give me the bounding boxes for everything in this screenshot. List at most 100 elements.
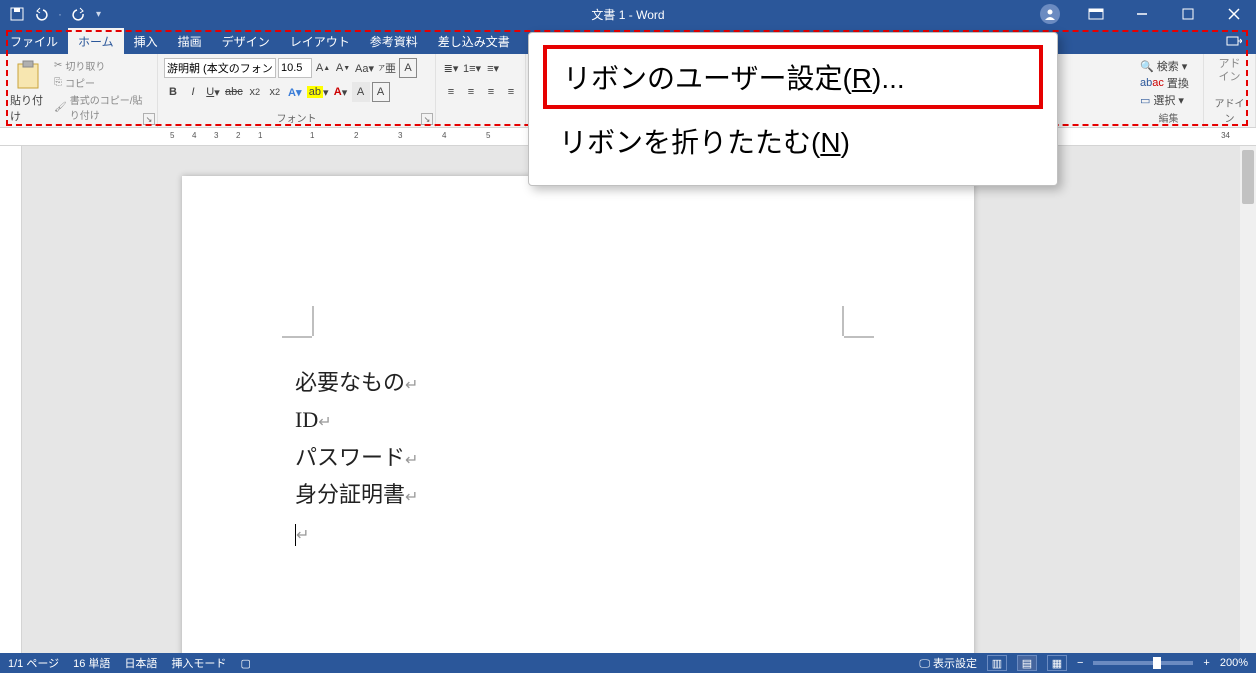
char-border-button[interactable]: A [372,82,390,102]
subscript-button[interactable]: x2 [246,82,264,102]
select-button[interactable]: ▭選択▾ [1140,92,1184,108]
superscript-button[interactable]: x2 [266,82,284,102]
align-left-button[interactable]: ≡ [442,82,460,102]
macro-record-icon[interactable]: ▢ [240,657,250,670]
document-text[interactable]: 必要なもの↵ ID↵ パスワード↵ 身分証明書↵ ↵ [295,364,418,551]
find-icon: 🔍 [1140,60,1154,73]
status-page[interactable]: 1/1 ページ [8,655,59,671]
margin-mark-icon [844,336,874,338]
align-center-button[interactable]: ≡ [462,82,480,102]
bullets-button[interactable]: ≣▾ [442,58,460,78]
redo-icon[interactable] [72,7,86,21]
group-font-label: フォント [164,108,429,125]
enclose-char-button[interactable]: A [399,58,417,78]
char-shading-button[interactable]: A [352,82,370,102]
clipboard-icon [15,60,41,90]
strikethrough-button[interactable]: abc [224,82,244,102]
scrollbar-vertical[interactable] [1240,146,1256,653]
font-size-select[interactable] [278,58,312,78]
status-wordcount[interactable]: 16 単語 [73,655,110,671]
replace-button[interactable]: abac置換 [1140,75,1189,91]
menu-collapse-ribbon[interactable]: リボンを折りたたむ(N) [529,109,1057,173]
cut-button[interactable]: ✂切り取り [54,58,151,73]
tab-design[interactable]: デザイン [212,28,280,54]
text-effects-button[interactable]: A▾ [286,82,304,102]
share-icon[interactable] [1212,28,1256,54]
scissors-icon: ✂ [54,60,62,71]
zoom-slider-knob[interactable] [1153,657,1161,669]
group-editing-label: 編集 [1140,108,1197,125]
align-right-button[interactable]: ≡ [482,82,500,102]
italic-button[interactable]: I [184,82,202,102]
tab-insert[interactable]: 挿入 [124,28,168,54]
format-painter-button[interactable]: 🖌書式のコピー/貼り付け [54,92,151,122]
status-language[interactable]: 日本語 [124,655,157,671]
zoom-level[interactable]: 200% [1220,657,1248,669]
title-bar: · ▾ 文書 1 - Word [0,0,1256,28]
underline-button[interactable]: U▾ [204,82,222,102]
tab-draw[interactable]: 描画 [168,28,212,54]
copy-button[interactable]: ⎘コピー [54,75,151,90]
maximize-button[interactable] [1166,0,1210,28]
addin-button[interactable]: アド イン [1219,58,1241,84]
text-line: 身分証明書 [295,482,405,507]
text-line: パスワード [295,445,405,470]
group-paragraph: ≣▾ 1≡▾ ≡▾ ≡ ≡ ≡ ≡ [436,54,526,127]
paragraph-mark-icon: ↵ [318,414,331,431]
ribbon-display-icon[interactable] [1074,0,1118,28]
account-avatar[interactable] [1028,0,1072,28]
status-insert-mode[interactable]: 挿入モード [171,655,226,671]
paragraph-mark-icon: ↵ [405,452,418,469]
group-addin: アド イン アドイン [1204,54,1256,127]
minimize-button[interactable] [1120,0,1164,28]
zoom-in-button[interactable]: + [1203,657,1209,669]
highlight-button[interactable]: ab▾ [306,82,330,102]
grow-font-button[interactable]: A▲ [314,58,332,78]
bold-button[interactable]: B [164,82,182,102]
view-web-icon[interactable]: ▦ [1047,655,1067,671]
save-icon[interactable] [10,7,24,21]
phonetic-guide-button[interactable]: ア亜 [377,58,397,78]
tab-references[interactable]: 参考資料 [360,28,428,54]
numbering-button[interactable]: 1≡▾ [462,58,482,78]
page[interactable]: 必要なもの↵ ID↵ パスワード↵ 身分証明書↵ ↵ [182,176,974,653]
view-read-icon[interactable]: ▥ [987,655,1007,671]
qat-customize-icon[interactable]: ▾ [96,9,101,20]
display-settings-button[interactable]: 🖵 表示設定 [919,655,977,671]
justify-button[interactable]: ≡ [502,82,520,102]
font-color-button[interactable]: A▾ [332,82,350,102]
scrollbar-thumb[interactable] [1242,150,1254,204]
zoom-slider[interactable] [1093,661,1193,665]
view-print-icon[interactable]: ▤ [1017,655,1037,671]
change-case-button[interactable]: Aa▾ [354,58,375,78]
tab-home[interactable]: ホーム [68,28,124,54]
margin-mark-icon [842,306,844,336]
quick-access-toolbar: · ▾ [0,7,101,21]
replace-icon: abac [1140,77,1164,89]
shrink-font-button[interactable]: A▼ [334,58,352,78]
margin-mark-icon [282,336,312,338]
tab-mailings[interactable]: 差し込み文書 [428,28,520,54]
multilevel-button[interactable]: ≡▾ [484,58,502,78]
font-name-select[interactable] [164,58,276,78]
ruler-vertical[interactable] [0,146,22,653]
text-line: ID [295,407,318,432]
document-area: 必要なもの↵ ID↵ パスワード↵ 身分証明書↵ ↵ [0,146,1256,653]
find-button[interactable]: 🔍検索▾ [1140,58,1187,74]
group-font: A▲ A▼ Aa▾ ア亜 A B I U▾ abc x2 x2 A▾ ab▾ A… [158,54,436,127]
paste-button[interactable]: 貼り付け [6,58,50,126]
tab-layout[interactable]: レイアウト [280,28,360,54]
clipboard-launcher-icon[interactable]: ↘ [143,113,155,125]
font-launcher-icon[interactable]: ↘ [421,113,433,125]
text-line: 必要なもの [295,370,405,395]
paragraph-mark-icon: ↵ [405,377,418,394]
tab-file[interactable]: ファイル [0,28,68,54]
zoom-out-button[interactable]: − [1077,657,1083,669]
copy-icon: ⎘ [54,77,62,88]
paragraph-mark-icon: ↵ [405,489,418,506]
undo-icon[interactable] [34,7,48,21]
margin-mark-icon [312,306,314,336]
ribbon-context-menu: リボンのユーザー設定(R)... リボンを折りたたむ(N) [528,32,1058,186]
close-button[interactable] [1212,0,1256,28]
menu-customize-ribbon[interactable]: リボンのユーザー設定(R)... [543,45,1043,109]
